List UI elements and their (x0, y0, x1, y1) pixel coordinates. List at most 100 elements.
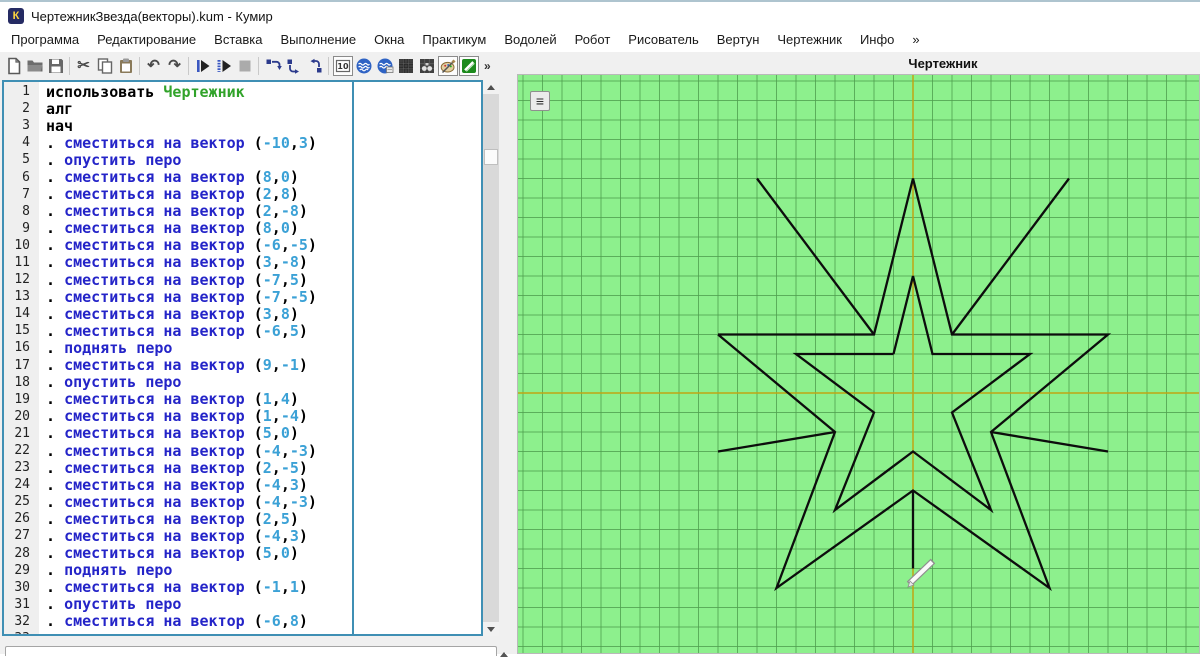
menu-item-vodoley[interactable]: Водолей (495, 28, 565, 52)
line-number: 25 (4, 494, 35, 509)
code-line[interactable]: 2алг (4, 100, 349, 117)
draw-tools-icon[interactable] (438, 56, 458, 76)
menu-item-more[interactable]: » (903, 28, 928, 52)
code-line[interactable]: 29. поднять перо (4, 562, 349, 579)
undo-icon[interactable]: ↶ (144, 56, 164, 76)
code-line[interactable]: 17. сместиться на вектор (9,-1) (4, 357, 349, 374)
line-number: 22 (4, 443, 35, 458)
menu-item-info[interactable]: Инфо (851, 28, 903, 52)
line-number: 19 (4, 392, 35, 407)
line-number: 10 (4, 238, 35, 253)
code-line[interactable]: 31. опустить перо (4, 596, 349, 613)
code-line[interactable]: 14. сместиться на вектор (3,8) (4, 305, 349, 322)
editor-scrollbar[interactable] (483, 80, 499, 636)
code-line[interactable]: 5. опустить перо (4, 151, 349, 168)
io-console-panel[interactable] (5, 646, 497, 656)
code-line[interactable]: 18. опустить перо (4, 374, 349, 391)
canvas-menu-button[interactable]: ≡ (530, 91, 550, 111)
code-line[interactable]: 25 . сместиться на вектор (-4,-3) (4, 493, 349, 510)
code-text: использовать Чертежник (46, 83, 245, 101)
step-over-icon[interactable] (263, 56, 283, 76)
drawing-canvas: ≡ (517, 74, 1200, 654)
code-line[interactable]: 9. сместиться на вектор (8,0) (4, 220, 349, 237)
code-line[interactable]: 4. сместиться на вектор (-10,3) (4, 134, 349, 151)
code-line[interactable]: 23. сместиться на вектор (2,-5) (4, 459, 349, 476)
code-line[interactable]: 22 . сместиться на вектор (-4,-3) (4, 442, 349, 459)
stop-icon[interactable] (235, 56, 255, 76)
window-title: ЧертежникЗвезда(векторы).kum - Кумир (31, 9, 273, 24)
new-file-icon[interactable] (4, 56, 24, 76)
run-steps-icon[interactable] (214, 56, 234, 76)
line-number: 5 (4, 152, 35, 167)
line-number: 17 (4, 358, 35, 373)
code-line[interactable]: 19. сместиться на вектор (1,4) (4, 391, 349, 408)
menu-item-risovatel[interactable]: Рисователь (619, 28, 707, 52)
code-line[interactable]: 27. сместиться на вектор (-4,3) (4, 527, 349, 544)
menu-item-chertezhnik[interactable]: Чертежник (768, 28, 851, 52)
code-line[interactable]: 6. сместиться на вектор (8,0) (4, 168, 349, 185)
menu-bar: ПрограммаРедактированиеВставкаВыполнение… (0, 28, 1200, 52)
menu-item-program[interactable]: Программа (2, 28, 88, 52)
code-line[interactable]: 26. сместиться на вектор (2,5) (4, 510, 349, 527)
code-line[interactable]: 16. поднять перо (4, 339, 349, 356)
robot-field-icon[interactable] (396, 56, 416, 76)
vodoley-icon[interactable] (354, 56, 374, 76)
menu-item-editing[interactable]: Редактирование (88, 28, 205, 52)
code-line[interactable]: 8. сместиться на вектор (2,-8) (4, 203, 349, 220)
code-text: . сместиться на вектор (-4,-3) (46, 442, 317, 460)
line-number: 1 (4, 84, 35, 99)
chertezhnik-window-icon[interactable] (459, 56, 479, 76)
menu-item-execution[interactable]: Выполнение (271, 28, 365, 52)
scrollbar-thumb[interactable] (484, 149, 498, 165)
paste-icon[interactable] (116, 56, 136, 76)
line-number: 14 (4, 306, 35, 321)
cut-icon[interactable]: ✂ (74, 56, 94, 76)
code-line[interactable]: 21. сместиться на вектор (5,0) (4, 425, 349, 442)
code-text: . сместиться на вектор (-6,8) (46, 612, 308, 630)
menu-item-windows[interactable]: Окна (365, 28, 413, 52)
code-line[interactable]: 12. сместиться на вектор (-7,5) (4, 271, 349, 288)
step-out-icon[interactable] (305, 56, 325, 76)
robot-tasks-icon[interactable] (417, 56, 437, 76)
code-line[interactable]: 20. сместиться на вектор (1,-4) (4, 408, 349, 425)
code-line[interactable]: 30. сместиться на вектор (-1,1) (4, 579, 349, 596)
code-line[interactable]: 24. сместиться на вектор (-4,3) (4, 476, 349, 493)
code-line[interactable]: 33 (4, 630, 349, 636)
run-continue-icon[interactable] (193, 56, 213, 76)
code-line[interactable]: 13. сместиться на вектор (-7,-5) (4, 288, 349, 305)
line-number: 21 (4, 426, 35, 441)
scroll-down-arrow-icon[interactable] (483, 622, 499, 636)
code-text: . сместиться на вектор (-7,-5) (46, 288, 317, 306)
menu-item-practicum[interactable]: Практикум (413, 28, 495, 52)
code-text: . сместиться на вектор (2,5) (46, 510, 299, 528)
code-line[interactable]: 10. сместиться на вектор (-6,-5) (4, 237, 349, 254)
step-into-icon[interactable] (284, 56, 304, 76)
code-line[interactable]: 1 использовать Чертежник (4, 83, 349, 100)
line-number: 24 (4, 477, 35, 492)
line-number: 30 (4, 580, 35, 595)
vodoley-tasks-icon[interactable] (375, 56, 395, 76)
scroll-up-arrow-icon[interactable] (483, 80, 499, 94)
code-line[interactable]: 28. сместиться на вектор (5,0) (4, 545, 349, 562)
io-values-icon[interactable]: 10 (333, 56, 353, 76)
open-folder-icon[interactable] (25, 56, 45, 76)
line-number: 2 (4, 101, 35, 116)
code-line[interactable]: 7. сместиться на вектор (2,8) (4, 186, 349, 203)
code-line[interactable]: 3нач (4, 117, 349, 134)
line-number: 16 (4, 340, 35, 355)
menu-item-insert[interactable]: Вставка (205, 28, 271, 52)
code-text: . сместиться на вектор (-4,-3) (46, 493, 317, 511)
toolbar-overflow-button[interactable]: » (484, 59, 491, 73)
menu-item-vertun[interactable]: Вертун (708, 28, 769, 52)
save-icon[interactable] (46, 56, 66, 76)
left-pane: ✂ ↶↷ 10 » 1 использовать Чертежник2алг3нач4.… (0, 52, 507, 654)
copy-icon[interactable] (95, 56, 115, 76)
redo-icon[interactable]: ↷ (165, 56, 185, 76)
code-line[interactable]: 11. сместиться на вектор (3,-8) (4, 254, 349, 271)
line-number: 11 (4, 255, 35, 270)
code-line[interactable]: 15. сместиться на вектор (-6,5) (4, 322, 349, 339)
code-line[interactable]: 32. сместиться на вектор (-6,8) (4, 613, 349, 630)
draftsman-drawing (518, 75, 1199, 653)
menu-item-robot[interactable]: Робот (566, 28, 620, 52)
code-editor[interactable]: 1 использовать Чертежник2алг3нач4. смести… (2, 80, 483, 636)
